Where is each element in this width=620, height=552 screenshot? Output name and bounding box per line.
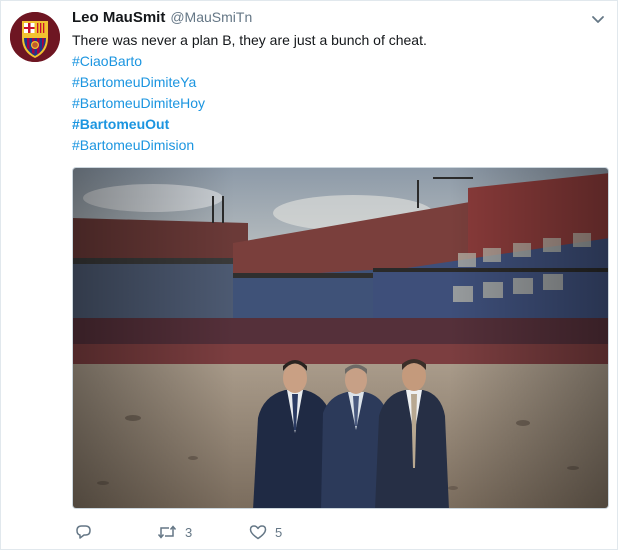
retweet-count: 3	[185, 524, 193, 540]
reply-button[interactable]	[75, 524, 135, 540]
hashtag-link[interactable]: #CiaoBarto	[72, 51, 592, 72]
like-button[interactable]: 5	[249, 524, 329, 540]
hashtag-link[interactable]: #BartomeuDimision	[72, 135, 592, 156]
tweet-menu-button[interactable]	[590, 11, 606, 27]
hashtag-link[interactable]: #BartomeuOut	[72, 114, 592, 135]
tweet-text: There was never a plan B, they are just …	[72, 30, 592, 156]
heart-icon	[249, 525, 267, 540]
tweet-media-image[interactable]	[72, 167, 609, 509]
hashtag-link[interactable]: #BartomeuDimiteYa	[72, 72, 592, 93]
retweet-icon	[157, 525, 177, 539]
tweet-header: Leo MauSmit @MauSmiTn	[72, 9, 252, 29]
like-count: 5	[275, 524, 283, 540]
stadium-photo	[73, 168, 608, 508]
hashtag-link[interactable]: #BartomeuDimiteHoy	[72, 93, 592, 114]
retweet-button[interactable]: 3	[157, 524, 249, 540]
reply-icon	[76, 525, 91, 539]
author-handle[interactable]: @MauSmiTn	[170, 9, 252, 25]
barca-crest-icon	[10, 12, 60, 62]
tweet-body: There was never a plan B, they are just …	[72, 32, 427, 48]
chevron-down-icon	[592, 16, 604, 23]
avatar[interactable]	[10, 12, 60, 62]
tweet-actions: 3 5	[75, 522, 329, 542]
author-name[interactable]: Leo MauSmit	[72, 9, 165, 26]
